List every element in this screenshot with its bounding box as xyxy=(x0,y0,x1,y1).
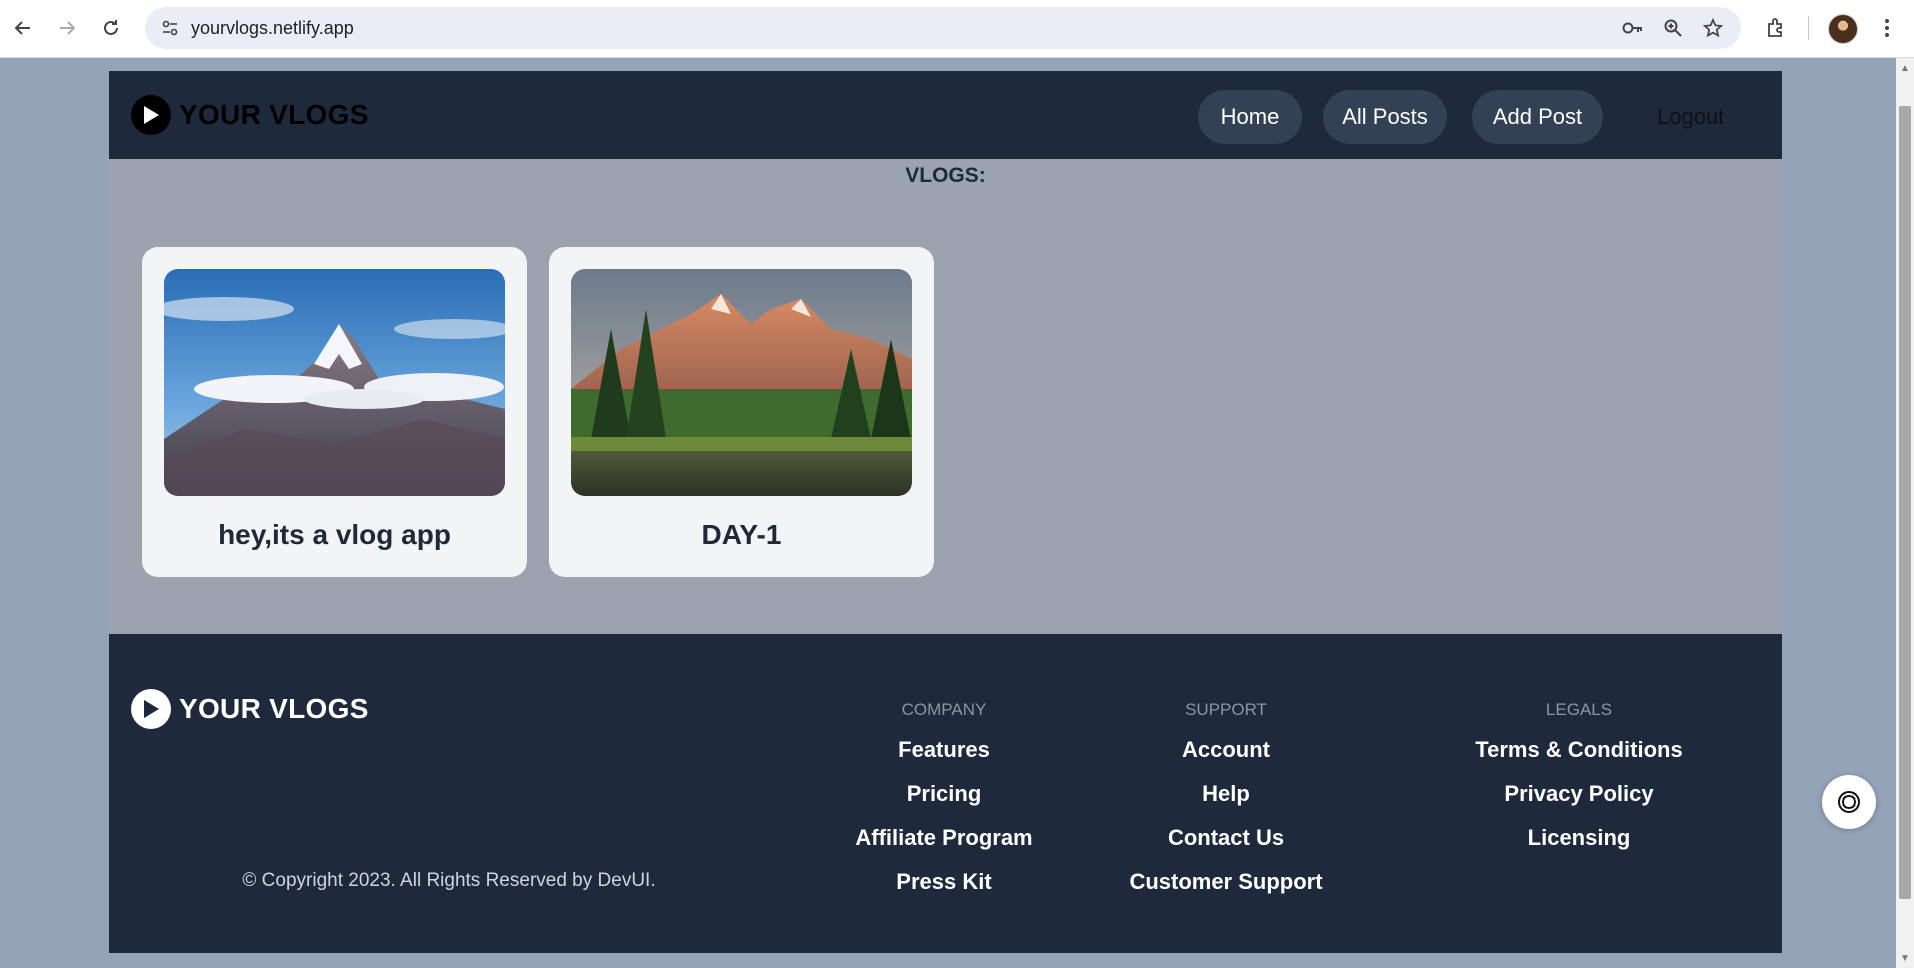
assistant-icon xyxy=(1838,791,1860,813)
menu-icon[interactable] xyxy=(1872,13,1902,43)
browser-toolbar: yourvlogs.netlify.app xyxy=(0,0,1914,58)
vlogs-section: VLOGS: hey,its a vlog app DAY-1 xyxy=(109,159,1782,634)
post-card[interactable]: DAY-1 xyxy=(549,247,934,577)
reload-icon[interactable] xyxy=(96,13,126,43)
nav-home-button[interactable]: Home xyxy=(1198,90,1302,144)
footer-link-account[interactable]: Account xyxy=(1076,737,1376,763)
scroll-down-icon[interactable]: ▼ xyxy=(1896,950,1914,966)
header-logo[interactable]: YOUR VLOGS xyxy=(131,95,369,135)
footer-link-help[interactable]: Help xyxy=(1076,781,1376,807)
url-text[interactable]: yourvlogs.netlify.app xyxy=(191,7,354,49)
scroll-up-icon[interactable]: ▲ xyxy=(1896,60,1914,76)
play-icon xyxy=(131,95,171,135)
site-footer: YOUR VLOGS COMPANY Features Pricing Affi… xyxy=(109,634,1782,953)
assistant-widget-button[interactable] xyxy=(1822,775,1876,829)
star-icon[interactable] xyxy=(1698,13,1728,43)
back-icon[interactable] xyxy=(8,13,38,43)
extensions-icon[interactable] xyxy=(1761,13,1791,43)
logout-button[interactable]: Logout xyxy=(1657,90,1724,144)
key-icon[interactable] xyxy=(1618,13,1648,43)
play-icon xyxy=(131,689,171,729)
footer-link-pricing[interactable]: Pricing xyxy=(794,781,1094,807)
section-title: VLOGS: xyxy=(905,164,986,187)
zoom-icon[interactable] xyxy=(1658,13,1688,43)
page-viewport: YOUR VLOGS Home All Posts Add Post Logou… xyxy=(0,58,1896,968)
footer-link-customer-support[interactable]: Customer Support xyxy=(1076,869,1376,895)
forward-icon[interactable] xyxy=(52,13,82,43)
nav-all-posts-button[interactable]: All Posts xyxy=(1323,90,1447,144)
footer-link-features[interactable]: Features xyxy=(794,737,1094,763)
footer-link-licensing[interactable]: Licensing xyxy=(1429,825,1729,851)
post-image-mountain-forest xyxy=(571,269,912,496)
logo-text: YOUR VLOGS xyxy=(179,99,369,130)
footer-link-contact-us[interactable]: Contact Us xyxy=(1076,825,1376,851)
profile-avatar[interactable] xyxy=(1828,14,1858,44)
footer-heading-legals: LEGALS xyxy=(1545,700,1613,719)
footer-link-terms[interactable]: Terms & Conditions xyxy=(1429,737,1729,763)
footer-heading-support: SUPPORT xyxy=(1185,700,1267,719)
site-header: YOUR VLOGS Home All Posts Add Post Logou… xyxy=(109,71,1782,159)
post-card[interactable]: hey,its a vlog app xyxy=(142,247,527,577)
scrollbar-thumb[interactable] xyxy=(1899,106,1911,899)
post-title[interactable]: hey,its a vlog app xyxy=(142,519,527,551)
footer-link-privacy-policy[interactable]: Privacy Policy xyxy=(1429,781,1729,807)
site-info-icon[interactable] xyxy=(155,13,185,43)
footer-logo[interactable]: YOUR VLOGS xyxy=(131,689,369,729)
address-bar[interactable]: yourvlogs.netlify.app xyxy=(145,7,1741,49)
page-scrollbar[interactable]: ▲ ▼ xyxy=(1896,58,1914,968)
logo-text: YOUR VLOGS xyxy=(179,693,369,724)
copyright-text: © Copyright 2023. All Rights Reserved by… xyxy=(242,870,656,891)
toolbar-divider xyxy=(1808,16,1809,40)
nav-add-post-button[interactable]: Add Post xyxy=(1472,90,1603,144)
footer-heading-company: COMPANY xyxy=(901,700,987,719)
footer-link-affiliate-program[interactable]: Affiliate Program xyxy=(794,825,1094,851)
post-image-snowy-mountain xyxy=(164,269,505,496)
post-title[interactable]: DAY-1 xyxy=(549,519,934,551)
footer-link-press-kit[interactable]: Press Kit xyxy=(794,869,1094,895)
